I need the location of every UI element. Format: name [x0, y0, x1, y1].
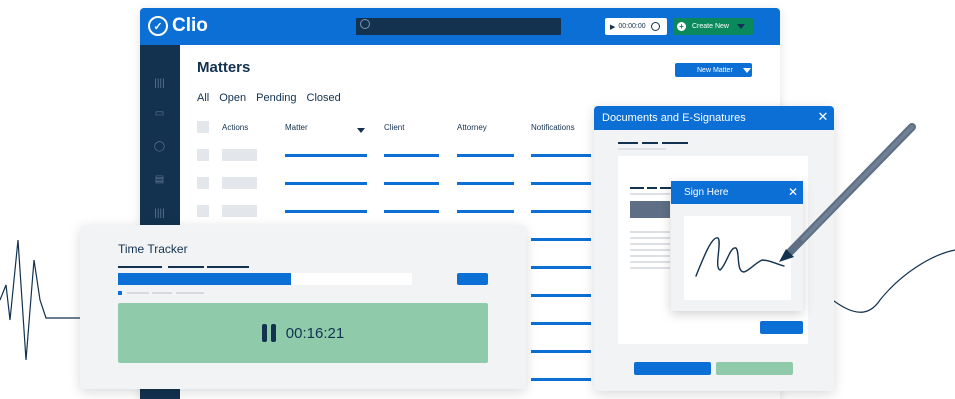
pen-illustration	[779, 123, 916, 262]
stage: ✓ Clio ▶ 00:00:00 + Create New |||| ▭ ◯ …	[0, 0, 955, 399]
pen-icon	[779, 123, 916, 262]
